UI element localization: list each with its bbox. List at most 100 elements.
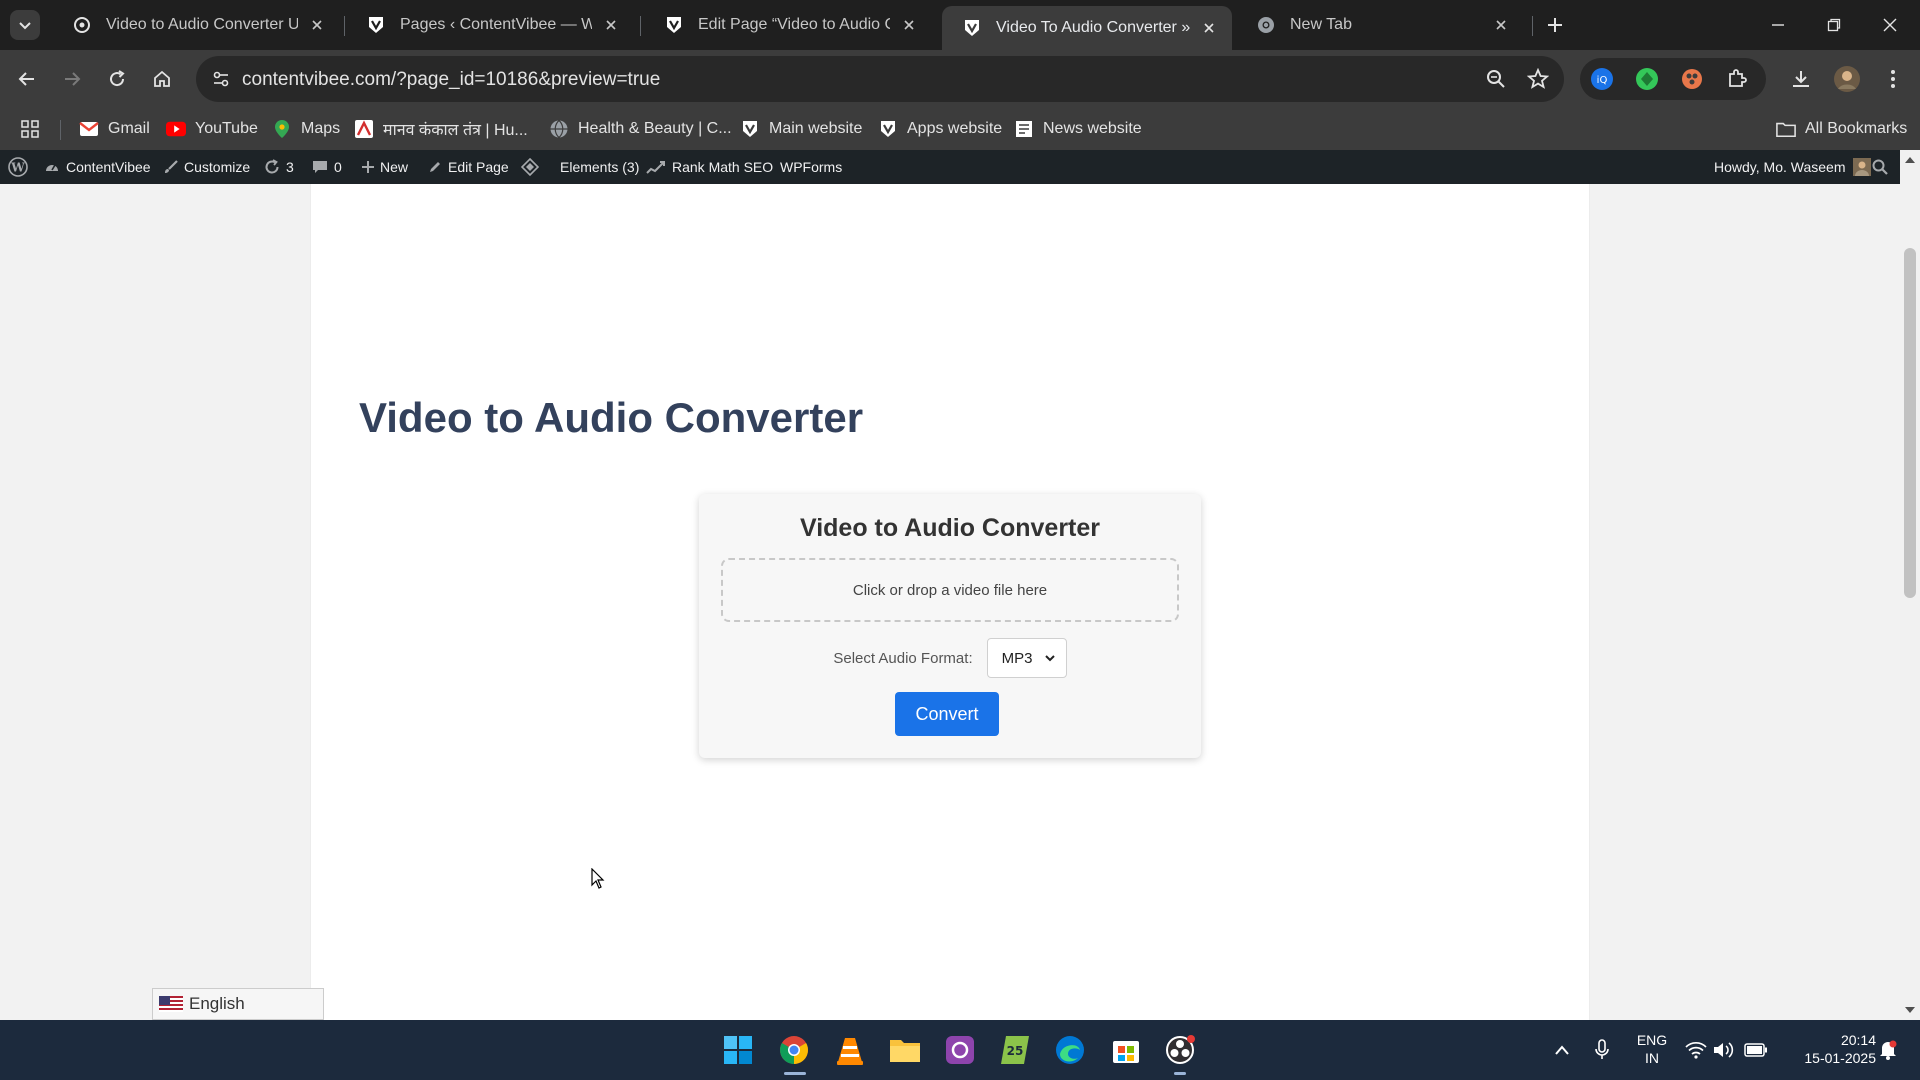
wp-updates[interactable]: 3 — [264, 150, 294, 184]
extension-blue-icon[interactable]: iQ — [1590, 67, 1614, 91]
bookmark-health-beauty[interactable]: Health & Beauty | C... — [549, 116, 732, 142]
taskbar-app-green[interactable]: 25 — [995, 1030, 1035, 1070]
tray-clock[interactable]: 20:14 15-01-2025 — [1776, 1031, 1876, 1067]
wp-new[interactable]: New — [362, 150, 408, 184]
search-icon — [1872, 159, 1888, 175]
bookmark-label: Main website — [769, 120, 863, 137]
taskbar-file-explorer[interactable] — [885, 1030, 925, 1070]
content-column: Video to Audio Converter Video to Audio … — [310, 184, 1590, 1020]
notifications-button[interactable] — [1876, 1038, 1900, 1062]
bookmark-news-website[interactable]: News website — [1014, 116, 1142, 142]
tray-volume[interactable] — [1712, 1038, 1736, 1062]
minimize-button[interactable] — [1758, 8, 1798, 42]
convert-button[interactable]: Convert — [895, 692, 999, 736]
tab-search-button[interactable] — [10, 10, 40, 40]
tray-wifi[interactable] — [1684, 1038, 1708, 1062]
tray-language[interactable]: ENG IN — [1628, 1031, 1676, 1067]
bookmark-label: Maps — [301, 120, 341, 137]
close-icon[interactable] — [1490, 14, 1512, 36]
downloads-button[interactable] — [1784, 62, 1818, 96]
bell-icon — [1880, 1040, 1897, 1060]
wp-comments-count: 0 — [334, 159, 342, 175]
bookmark-youtube[interactable]: YouTube — [166, 116, 258, 142]
site-info-icon[interactable] — [208, 66, 234, 92]
audio-format-select[interactable]: MP3 — [986, 638, 1067, 678]
new-tab-button[interactable] — [1540, 10, 1570, 40]
app-green-icon: 25 — [1001, 1036, 1029, 1064]
app-purple-icon — [946, 1036, 974, 1064]
all-bookmarks-button[interactable]: All Bookmarks — [1776, 116, 1907, 142]
taskbar-edge[interactable] — [1050, 1030, 1090, 1070]
close-icon[interactable] — [600, 14, 622, 36]
bookmark-maps[interactable]: Maps — [272, 116, 340, 142]
wp-logo-button[interactable]: W — [8, 150, 28, 184]
scroll-up-arrow-icon[interactable] — [1904, 156, 1916, 164]
bookmark-star-icon[interactable] — [1526, 67, 1550, 91]
taskbar-app-purple[interactable] — [940, 1030, 980, 1070]
wp-search-button[interactable] — [1872, 150, 1888, 184]
puzzle-icon[interactable] — [1725, 67, 1749, 91]
tray-microphone[interactable] — [1590, 1038, 1614, 1062]
video-dropzone[interactable]: Click or drop a video file here — [721, 558, 1179, 622]
tab-video-converter-ui[interactable]: Video to Audio Converter UI — [52, 6, 340, 44]
zoom-icon[interactable] — [1484, 67, 1508, 91]
wp-edit-page[interactable]: Edit Page — [428, 150, 509, 184]
extension-green-icon[interactable] — [1635, 67, 1659, 91]
tray-overflow-button[interactable] — [1550, 1038, 1574, 1062]
home-button[interactable] — [145, 62, 179, 96]
chevron-down-icon — [1044, 655, 1055, 662]
scroll-down-arrow-icon[interactable] — [1904, 1006, 1916, 1014]
tab-video-to-audio-active[interactable]: Video To Audio Converter » ContentVibee — [942, 6, 1232, 50]
taskbar-store[interactable] — [1106, 1030, 1146, 1070]
taskbar-vlc[interactable] — [830, 1030, 870, 1070]
tab-edit-page[interactable]: Edit Page “Video to Audio Converter” — [644, 6, 932, 44]
brush-icon — [164, 160, 178, 174]
speaker-icon — [1714, 1042, 1734, 1058]
language-switcher[interactable]: English — [152, 988, 324, 1020]
wp-wpforms[interactable]: WPForms — [780, 150, 842, 184]
wp-my-account[interactable]: Howdy, Mo. Waseem — [1714, 150, 1872, 184]
tab-new-tab[interactable]: New Tab — [1236, 6, 1524, 44]
restore-button[interactable] — [1814, 8, 1854, 42]
close-window-button[interactable] — [1870, 8, 1910, 42]
format-label: Select Audio Format: — [833, 649, 973, 667]
page-scrollbar[interactable] — [1900, 150, 1920, 1020]
close-icon[interactable] — [306, 14, 328, 36]
back-button[interactable] — [10, 62, 44, 96]
wp-elements[interactable]: Elements (3) — [560, 150, 639, 184]
minimize-icon — [1772, 24, 1784, 26]
arrow-left-icon — [18, 72, 34, 86]
tray-battery[interactable] — [1744, 1038, 1768, 1062]
updates-icon — [264, 159, 280, 175]
bookmark-apps-website[interactable]: Apps website — [878, 116, 1002, 142]
wp-site-name[interactable]: ContentVibee — [44, 150, 151, 184]
profile-button[interactable] — [1830, 62, 1864, 96]
close-icon[interactable] — [1198, 17, 1220, 39]
forward-button[interactable] — [55, 62, 89, 96]
wp-rank-math[interactable]: Rank Math SEO — [646, 150, 773, 184]
start-button[interactable] — [718, 1030, 758, 1070]
reload-button[interactable] — [100, 62, 134, 96]
apps-button[interactable] — [20, 116, 49, 142]
wp-customize[interactable]: Customize — [164, 150, 250, 184]
scroll-thumb[interactable] — [1904, 248, 1916, 598]
tab-pages-contentvibee[interactable]: Pages ‹ ContentVibee — WordPress — [346, 6, 634, 44]
bookmark-gmail[interactable]: Gmail — [79, 116, 150, 142]
wp-comments[interactable]: 0 — [312, 150, 342, 184]
tab-separator — [1532, 16, 1533, 36]
bookmark-main-website[interactable]: Main website — [740, 116, 862, 142]
wp-theme-icon-button[interactable] — [521, 150, 539, 184]
browser-menu-button[interactable] — [1876, 62, 1910, 96]
svg-text:25: 25 — [1007, 1044, 1024, 1058]
extension-orange-icon[interactable] — [1680, 67, 1704, 91]
bookmark-label: Health & Beauty | C... — [578, 120, 732, 137]
address-bar[interactable]: contentvibee.com/?page_id=10186&preview=… — [196, 56, 1564, 102]
close-icon[interactable] — [898, 14, 920, 36]
contentvibee-icon — [878, 119, 898, 139]
taskbar-obs[interactable] — [1160, 1030, 1200, 1070]
taskbar-chrome[interactable] — [774, 1030, 814, 1070]
bookmark-site-icon — [354, 119, 374, 139]
diamond-icon — [521, 158, 539, 176]
contentvibee-icon — [366, 15, 386, 35]
bookmark-hindi-site[interactable]: मानव कंकाल तंत्र | Hu... — [354, 116, 528, 142]
